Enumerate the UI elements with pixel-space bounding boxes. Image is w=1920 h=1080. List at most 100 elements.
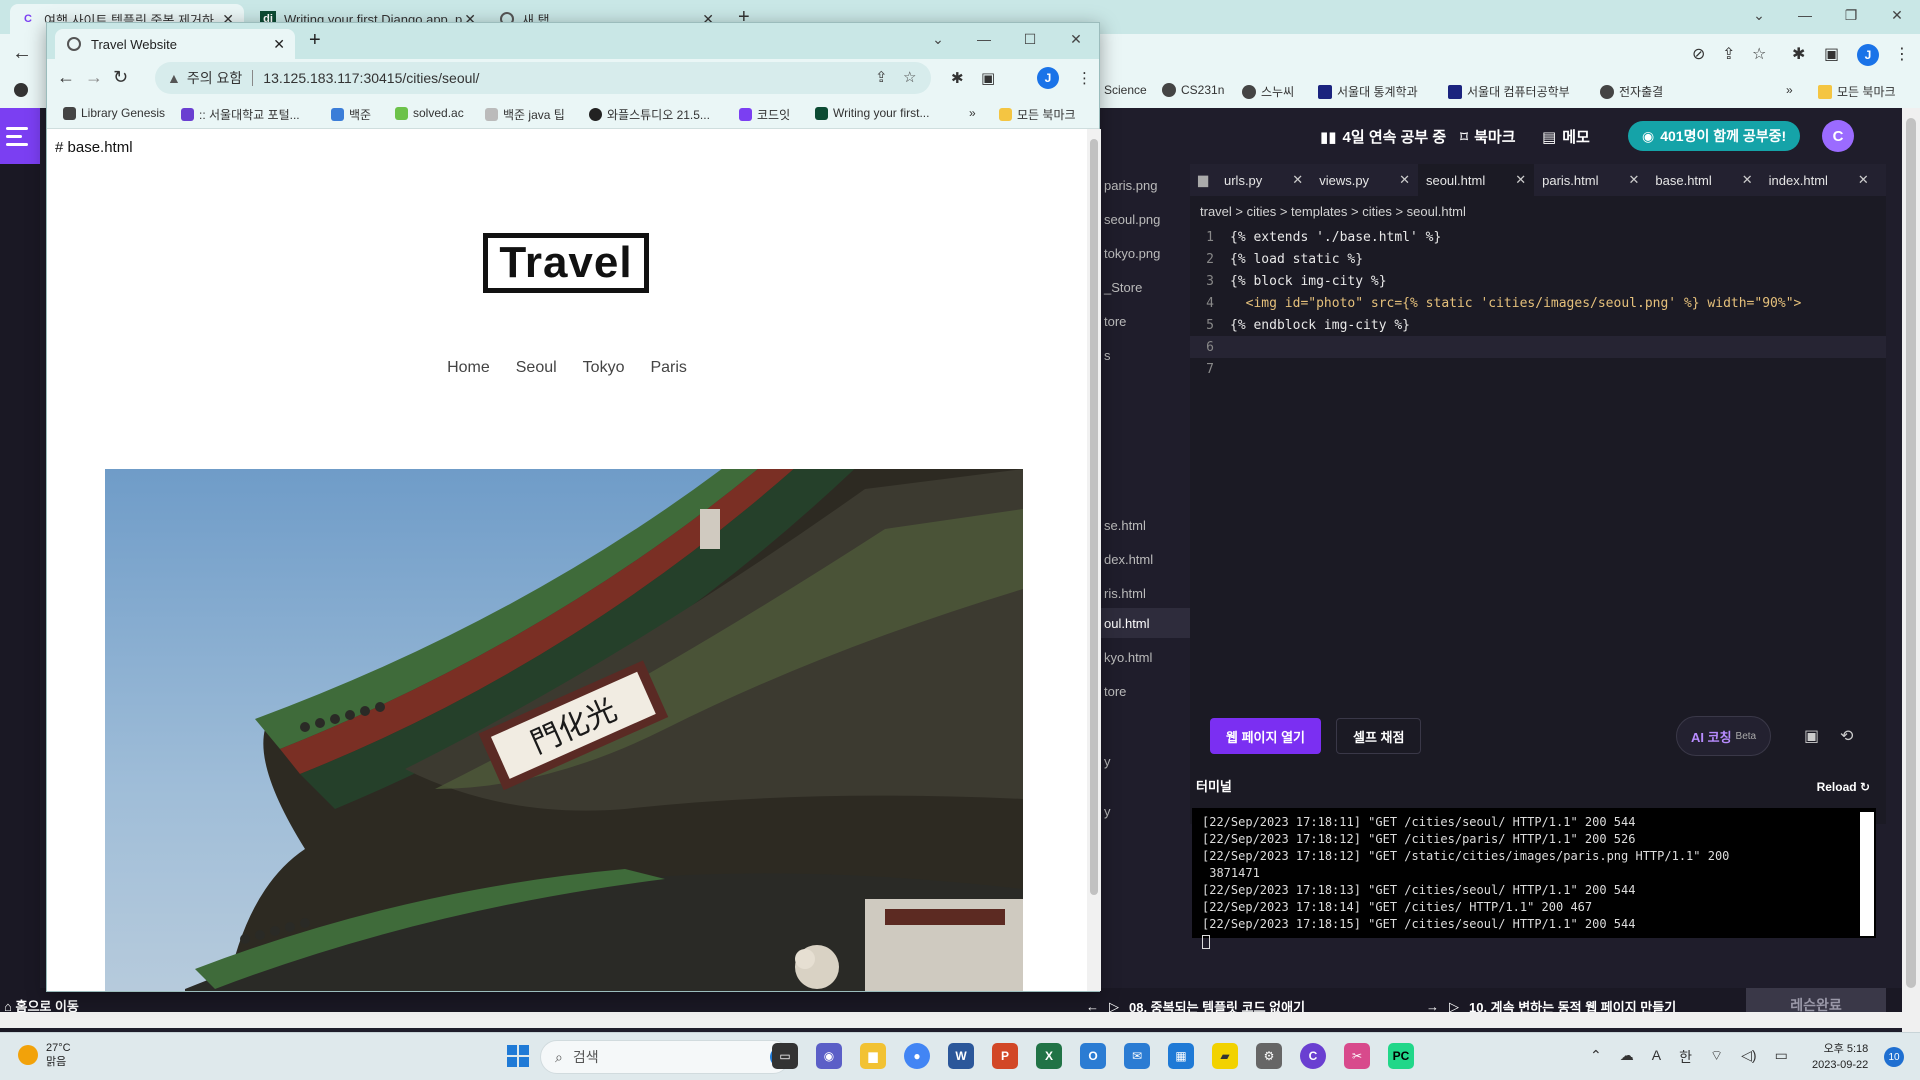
font-icon[interactable]: A [1652,1047,1661,1067]
close-icon[interactable]: ✕ [1628,172,1639,188]
profile-avatar[interactable]: J [1857,44,1879,66]
editor-tab-views[interactable]: views.py ✕ [1311,164,1418,196]
bookmark-cse[interactable]: 서울대 컴퓨터공학부 [1448,83,1570,100]
self-grade-button[interactable]: 셀프 채점 [1336,718,1422,754]
restore-button[interactable]: ❐ [1828,0,1874,30]
bookmark-codeit[interactable]: 코드잇 [739,106,790,123]
close-window-button[interactable]: ✕ [1874,0,1920,30]
clock[interactable]: 오후 5:18 2023-09-22 [1812,1041,1868,1073]
outlook-icon[interactable]: O [1080,1043,1106,1069]
extensions-icon[interactable]: ✱ [1792,44,1805,64]
volume-icon[interactable]: ◁) [1741,1047,1756,1067]
ai-coaching-button[interactable]: AI 코칭 Beta [1676,716,1772,756]
sidepanel-icon[interactable]: ▣ [981,69,995,87]
save-icon[interactable]: ▣ [1804,726,1819,746]
bookmark-attendance[interactable]: 전자출결 [1600,83,1663,100]
bookmark-baekjoon[interactable]: 백준 [331,106,371,123]
bookmark-science[interactable]: Science [1104,83,1147,97]
tab-search-icon[interactable]: ⌄ [1736,0,1782,30]
terminal-reload-button[interactable]: Reload ↻ [1817,780,1870,794]
word-icon[interactable]: W [948,1043,974,1069]
user-avatar[interactable]: C [1822,120,1854,152]
new-tab-button[interactable]: + [309,29,321,52]
all-bookmarks-folder[interactable]: 모든 북마크 [999,106,1076,123]
share-icon[interactable]: ⇪ [875,68,888,86]
translate-icon[interactable]: ⊘ [1692,44,1705,64]
bookmarks-overflow-icon[interactable]: » [1786,83,1793,97]
notification-badge[interactable]: 10 [1884,1047,1904,1067]
calculator-icon[interactable]: ▦ [1168,1043,1194,1069]
profile-avatar[interactable]: J [1037,67,1059,89]
nav-paris[interactable]: Paris [650,359,686,377]
sticky-notes-icon[interactable]: ▰ [1212,1043,1238,1069]
snipping-tool-icon[interactable]: ✂ [1344,1043,1370,1069]
file-item[interactable]: _Store [1104,280,1142,295]
excel-icon[interactable]: X [1036,1043,1062,1069]
editor-tab-paris[interactable]: paris.html ✕ [1534,164,1647,196]
extensions-icon[interactable]: ✱ [951,69,964,87]
file-item[interactable]: tore [1104,684,1126,699]
taskbar-search[interactable]: ⌕ 검색 [540,1040,790,1074]
close-icon[interactable]: ✕ [1742,172,1753,188]
tab-search-icon[interactable]: ⌄ [915,23,961,55]
horizontal-scrollbar[interactable] [0,1012,1920,1028]
bookmark-django-tutorial[interactable]: Writing your first... [815,106,929,120]
powerpoint-icon[interactable]: P [992,1043,1018,1069]
settings-gear-icon[interactable]: ⚙ [1256,1043,1282,1069]
file-item[interactable]: kyo.html [1104,650,1152,665]
maximize-button[interactable]: ☐ [1007,23,1053,55]
close-window-button[interactable]: ✕ [1053,23,1099,55]
minimize-button[interactable]: — [961,23,1007,55]
windows-start-icon[interactable] [507,1045,529,1067]
teams-icon[interactable]: ◉ [816,1043,842,1069]
hamburger-menu-icon[interactable] [0,108,40,164]
editor-tab-seoul[interactable]: seoul.html ✕ [1417,164,1535,196]
tab-travel-website[interactable]: Travel Website ✕ [55,29,295,59]
battery-icon[interactable]: ▭ [1775,1047,1788,1067]
nav-home[interactable]: Home [447,359,490,377]
ime-indicator[interactable]: 한 [1679,1047,1692,1067]
forward-arrow-icon[interactable]: → [85,67,103,88]
share-icon[interactable]: ⇪ [1722,44,1735,64]
bookmarks-overflow-icon[interactable]: » [969,106,976,120]
file-item-selected[interactable]: oul.html [1104,616,1150,631]
page-scrollbar[interactable] [1902,108,1920,1036]
codeit-app-icon[interactable]: C [1300,1043,1326,1069]
reload-icon[interactable]: ↻ [113,67,128,88]
all-bookmarks-folder[interactable]: 모든 북마크 [1818,83,1896,100]
bookmark-solved-ac[interactable]: solved.ac [395,106,464,120]
security-label[interactable]: 주의 요함 [187,68,242,88]
nav-tokyo[interactable]: Tokyo [583,359,625,377]
folder-icon[interactable]: ▆ [1190,164,1216,196]
scrollbar-thumb[interactable] [1906,118,1916,988]
star-icon[interactable]: ☆ [1752,44,1766,64]
memo-button[interactable]: ▤ 메모 [1542,126,1590,147]
bookmark-cs231n[interactable]: CS231n [1162,83,1224,97]
close-icon[interactable]: ✕ [1515,172,1526,188]
file-item[interactable]: ris.html [1104,586,1146,601]
chrome-icon[interactable]: ● [904,1043,930,1069]
terminal-scrollbar[interactable] [1860,812,1874,936]
url-text[interactable]: 13.125.183.117:30415/cities/seoul/ [263,70,479,86]
history-icon[interactable]: ⟲ [1840,726,1853,746]
file-item[interactable]: paris.png [1104,178,1157,193]
close-icon[interactable]: ✕ [1399,172,1410,188]
close-tab-icon[interactable]: ✕ [273,36,285,53]
site-logo[interactable]: Travel [483,233,649,293]
close-icon[interactable]: ✕ [1292,172,1303,188]
cloud-icon[interactable]: ☁ [1620,1047,1634,1067]
file-item[interactable]: se.html [1104,518,1146,533]
file-item[interactable]: tore [1104,314,1126,329]
bookmark-library-genesis[interactable]: Library Genesis [63,106,165,120]
scrollbar-thumb[interactable] [1090,139,1098,895]
back-arrow-icon[interactable]: ← [12,42,32,65]
folder-item[interactable]: s [1104,348,1111,363]
pycharm-icon[interactable]: PC [1388,1043,1414,1069]
file-item[interactable]: seoul.png [1104,212,1160,227]
editor-tab-index[interactable]: index.html ✕ [1761,164,1877,196]
back-arrow-icon[interactable]: ← [57,67,75,88]
sidepanel-icon[interactable]: ▣ [1824,44,1839,64]
bookmark-waffle-studio[interactable]: 와플스튜디오 21.5... [589,106,710,123]
page-scrollbar[interactable] [1087,129,1101,991]
editor-tab-urls[interactable]: urls.py ✕ [1216,164,1311,196]
